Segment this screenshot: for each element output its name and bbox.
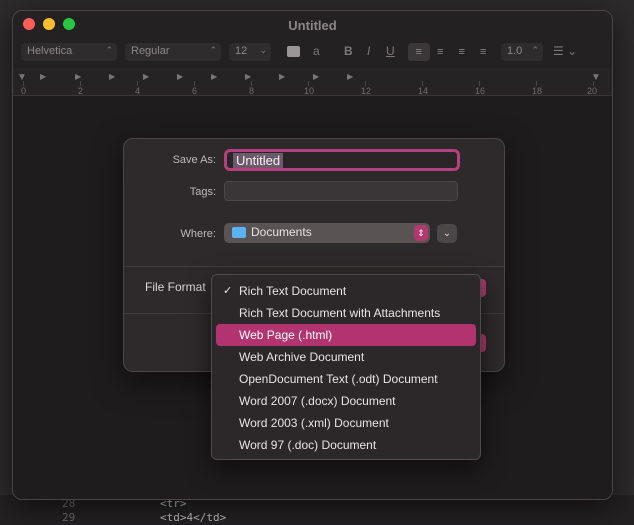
ruler-label: 20 [587, 86, 598, 96]
code-line: <td>4</td> [160, 511, 227, 524]
tags-label: Tags: [189, 186, 216, 198]
tab-stop-icon[interactable]: ▶ [245, 72, 251, 81]
tab-stop-icon[interactable]: ▶ [143, 72, 149, 81]
ruler-label: 12 [361, 86, 372, 96]
menu-item-docx[interactable]: Word 2007 (.docx) Document [216, 390, 476, 412]
where-label: Where: [180, 228, 216, 240]
line-spacing-value: 1.0 [507, 45, 523, 57]
tab-stop-icon[interactable]: ▶ [313, 72, 319, 81]
where-value: Documents [251, 225, 312, 239]
tags-field[interactable] [224, 181, 458, 201]
font-family-popup[interactable]: Helvetica ⌃ [21, 43, 117, 61]
file-format-label: File Format [145, 280, 206, 294]
folder-icon [232, 227, 246, 238]
font-size-value: 12 [235, 45, 248, 57]
menu-item-label: Word 2007 (.docx) Document [239, 394, 396, 408]
tab-stop-icon[interactable]: ▶ [177, 72, 183, 81]
indent-marker-icon[interactable]: ▼ [17, 72, 27, 83]
format-toolbar: Helvetica ⌃ Regular ⌃ 12 ⌄ a B I U ≡ ≡ ≡… [13, 41, 612, 65]
highlight-color-icon[interactable]: a [313, 44, 320, 58]
title-bar: Untitled [13, 11, 612, 39]
ruler: ▼ ▶ ▶ ▶ ▶ ▶ ▶ ▶ ▶ ▶ ▶ ▼ 0 2 4 6 8 10 12 … [13, 68, 612, 96]
menu-item-odt[interactable]: OpenDocument Text (.odt) Document [216, 368, 476, 390]
chevron-down-icon: ⌄ [259, 45, 267, 55]
menu-item-doc[interactable]: Word 97 (.doc) Document [216, 434, 476, 456]
tab-stop-icon[interactable]: ▶ [109, 72, 115, 81]
menu-item-label: Word 97 (.doc) Document [239, 438, 377, 452]
chevron-updown-icon: ⇕ [414, 225, 428, 241]
menu-item-rich-text-attachments[interactable]: Rich Text Document with Attachments [216, 302, 476, 324]
list-bullets-icon[interactable]: ☰ ⌄ [553, 44, 577, 58]
chevron-updown-icon: ⌃ [531, 45, 539, 55]
menu-item-rich-text[interactable]: ✓ Rich Text Document [216, 280, 476, 302]
save-as-label: Save As: [172, 154, 216, 166]
ruler-label: 2 [78, 86, 84, 96]
tab-stop-icon[interactable]: ▶ [75, 72, 81, 81]
font-style-value: Regular [131, 45, 170, 57]
tab-stop-icon[interactable]: ▶ [279, 72, 285, 81]
where-popup[interactable]: Documents ⇕ [224, 223, 430, 243]
align-left-icon[interactable]: ≡ [408, 43, 430, 61]
menu-item-xml[interactable]: Word 2003 (.xml) Document [216, 412, 476, 434]
ruler-label: 0 [21, 86, 27, 96]
menu-item-label: Word 2003 (.xml) Document [239, 416, 389, 430]
font-style-popup[interactable]: Regular ⌃ [125, 43, 221, 61]
ruler-label: 10 [304, 86, 315, 96]
chevron-updown-icon: ⌃ [209, 45, 217, 55]
menu-item-label: Rich Text Document [239, 284, 347, 298]
text-color-swatch[interactable] [287, 46, 300, 57]
ruler-label: 14 [418, 86, 429, 96]
bold-icon[interactable]: B [344, 44, 353, 58]
underline-icon[interactable]: U [386, 44, 395, 58]
menu-item-label: Web Archive Document [239, 350, 365, 364]
ruler-label: 4 [135, 86, 141, 96]
line-number: 29 [62, 511, 76, 524]
align-justify-icon[interactable]: ≡ [473, 43, 495, 61]
menu-item-web-page[interactable]: Web Page (.html) [216, 324, 476, 346]
align-center-icon[interactable]: ≡ [430, 43, 452, 61]
file-format-menu: ✓ Rich Text Document Rich Text Document … [211, 274, 481, 460]
save-as-field[interactable]: Untitled [224, 149, 460, 171]
ruler-label: 18 [532, 86, 543, 96]
menu-item-web-archive[interactable]: Web Archive Document [216, 346, 476, 368]
font-family-value: Helvetica [27, 45, 73, 57]
tab-stop-icon[interactable]: ▶ [211, 72, 217, 81]
expand-dialog-button[interactable]: ⌄ [437, 224, 457, 243]
ruler-label: 6 [192, 86, 198, 96]
chevron-updown-icon: ⌃ [105, 45, 113, 55]
dialog-divider [124, 266, 504, 267]
checkmark-icon: ✓ [223, 285, 233, 297]
menu-item-label: Web Page (.html) [239, 328, 333, 342]
italic-icon[interactable]: I [367, 44, 370, 58]
menu-item-label: Rich Text Document with Attachments [239, 306, 441, 320]
menu-item-label: OpenDocument Text (.odt) Document [239, 372, 438, 386]
save-as-value: Untitled [233, 153, 284, 168]
tab-stop-icon[interactable]: ▶ [40, 72, 46, 81]
font-size-popup[interactable]: 12 ⌄ [229, 43, 271, 61]
alignment-group: ≡ ≡ ≡ ≡ [408, 43, 494, 61]
window-title: Untitled [288, 18, 337, 33]
line-spacing-popup[interactable]: 1.0 ⌃ [501, 43, 543, 61]
ruler-label: 8 [249, 86, 255, 96]
tab-stop-icon[interactable]: ▶ [347, 72, 353, 81]
ruler-label: 16 [475, 86, 486, 96]
align-right-icon[interactable]: ≡ [451, 43, 473, 61]
